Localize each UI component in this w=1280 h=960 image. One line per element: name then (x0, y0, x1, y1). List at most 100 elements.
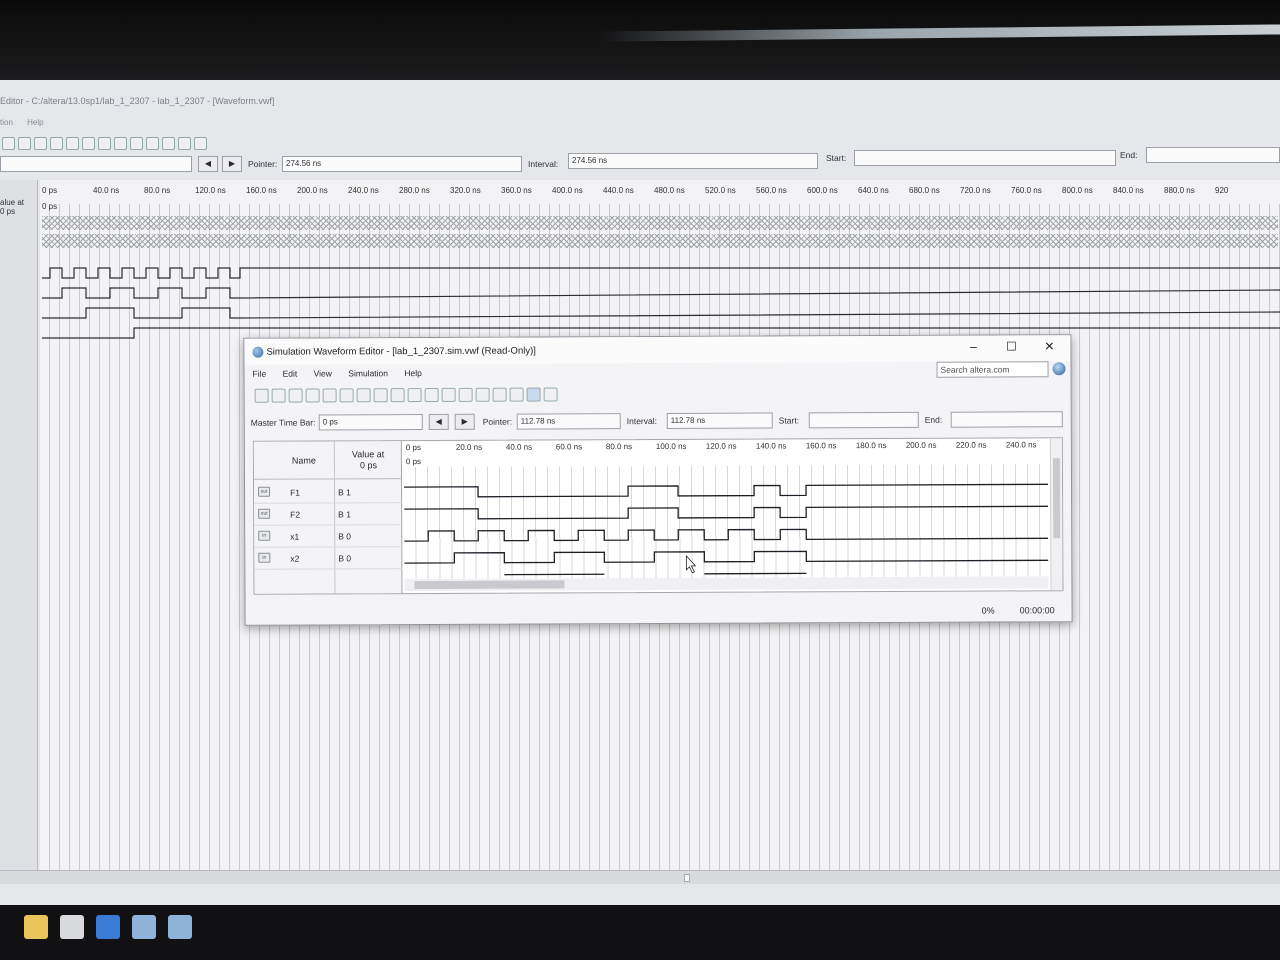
value-column: alue at 0 ps (0, 180, 38, 870)
scroll-thumb[interactable] (1052, 458, 1061, 539)
main-time-ruler: 0 ps 40.0 ns 80.0 ns 120.0 ns 160.0 ns 200.0 … (40, 180, 1280, 204)
waveform-tool-icon[interactable] (305, 388, 320, 403)
prev-transition-button[interactable]: ◀ (198, 156, 218, 172)
menu-item-simulation[interactable]: tion (0, 118, 13, 127)
waveform-editor-icon[interactable] (168, 915, 192, 939)
store-icon[interactable] (60, 915, 84, 939)
waveform-tool-icon[interactable] (492, 387, 507, 402)
menu-edit[interactable]: Edit (283, 369, 298, 379)
time-tick-label: 480.0 ns (654, 186, 685, 195)
main-horizontal-scrollbar[interactable] (0, 870, 1280, 884)
select-tool-icon[interactable] (254, 388, 269, 403)
end-field[interactable] (1146, 147, 1280, 163)
main-title: Editor - C:/altera/13.0sp1/lab_1_2307 - … (0, 96, 275, 106)
pointer-field[interactable]: 112.78 ns (516, 413, 621, 430)
waveform-tool-icon[interactable] (130, 136, 143, 150)
waveform-tool-icon[interactable] (98, 136, 111, 150)
snap-icon[interactable] (543, 387, 558, 402)
close-icon[interactable]: ✕ (1034, 339, 1064, 353)
waveform-tool-icon[interactable] (18, 136, 31, 150)
waveform-tool-icon[interactable] (441, 387, 456, 402)
signal-row[interactable]: in x1 B 0 (254, 525, 403, 548)
end-field[interactable] (950, 411, 1063, 428)
file-explorer-icon[interactable] (24, 915, 48, 939)
menu-view[interactable]: View (314, 368, 332, 378)
time-tick-label: 560.0 ns (756, 186, 787, 195)
signal-value: B 0 (338, 553, 352, 564)
waveform-tool-icon[interactable] (339, 388, 354, 403)
quartus-icon[interactable] (132, 915, 156, 939)
menu-help[interactable]: Help (404, 368, 422, 378)
value-column-sub: 0 ps (359, 460, 377, 471)
input-pin-icon: in (258, 530, 271, 541)
main-field-row: ◀ ▶ Pointer: 274.56 ns Interval: 274.56 … (0, 147, 1280, 174)
signal-waveforms[interactable]: 0 ps 20.0 ns 40.0 ns 60.0 ns 80.0 ns 100.0 ns… (403, 438, 1049, 593)
dialog-vertical-scrollbar[interactable] (1049, 438, 1063, 591)
waveform-tool-icon[interactable] (162, 136, 175, 150)
time-tick-label: 180.0 ns (855, 441, 887, 451)
next-transition-button[interactable]: ▶ (454, 413, 475, 430)
next-transition-button[interactable]: ▶ (222, 156, 242, 172)
dialog-title-bar[interactable]: Simulation Waveform Editor - [lab_1_2307… (244, 335, 1071, 365)
dialog-time-sub: 0 ps (405, 457, 422, 467)
waveform-tool-icon[interactable] (373, 388, 388, 403)
progress-percent: 0% (981, 605, 995, 616)
dialog-toolbar (254, 387, 558, 406)
waveform-tool-icon[interactable] (146, 136, 159, 150)
time-tick-label: 140.0 ns (755, 441, 787, 451)
waveform-tool-icon[interactable] (356, 388, 371, 403)
waveform-tool-icon[interactable] (509, 387, 524, 402)
minimize-icon[interactable]: – (958, 340, 988, 354)
signal-name: F2 (290, 509, 301, 520)
snap-icon[interactable] (194, 136, 207, 150)
value-column-header: Value at (351, 449, 385, 460)
globe-icon[interactable] (1052, 362, 1066, 376)
menu-item-help[interactable]: Help (27, 118, 43, 127)
time-tick-label: 320.0 ns (450, 186, 481, 195)
maximize-icon[interactable]: ☐ (996, 339, 1026, 353)
prev-transition-button[interactable]: ◀ (428, 413, 449, 430)
waveform-tool-icon[interactable] (475, 387, 490, 402)
grid-icon[interactable] (178, 136, 191, 150)
time-tick-label: 640.0 ns (858, 186, 889, 195)
search-input[interactable]: Search altera.com (936, 361, 1049, 378)
waveform-tool-icon[interactable] (288, 388, 303, 403)
menu-simulation[interactable]: Simulation (348, 368, 388, 378)
scroll-thumb[interactable] (414, 580, 565, 590)
waveform-tool-icon[interactable] (82, 136, 95, 150)
waveform-tool-icon[interactable] (390, 388, 405, 403)
signal-row[interactable]: out F1 B 1 (254, 481, 403, 504)
signal-row[interactable]: in x2 B 0 (254, 547, 403, 570)
waveform-tool-icon[interactable] (322, 388, 337, 403)
output-pin-icon: out (258, 486, 271, 497)
start-field[interactable] (808, 411, 919, 429)
waveform-tool-icon[interactable] (407, 388, 422, 403)
scroll-thumb[interactable] (684, 874, 690, 882)
time-tick-label: 600.0 ns (807, 186, 838, 195)
interval-field[interactable]: 274.56 ns (568, 153, 818, 169)
waveform-tool-icon[interactable] (50, 136, 63, 150)
waveform-tool-icon[interactable] (114, 136, 127, 150)
waveform-tool-icon[interactable] (424, 387, 439, 403)
main-wave-b (42, 307, 1280, 319)
waveform-tool-icon[interactable] (2, 136, 15, 150)
wave-x2 (404, 550, 1049, 564)
signal-row[interactable]: out F2 B 1 (254, 503, 403, 526)
dialog-status-bar: 0% 00:00:00 (246, 601, 1072, 623)
zoom-tool-icon[interactable] (271, 388, 286, 403)
waveform-tool-icon[interactable] (66, 136, 79, 150)
pointer-field[interactable]: 274.56 ns (282, 156, 522, 172)
interval-label: Interval: (528, 159, 559, 169)
time-tick-label: 400.0 ns (552, 186, 583, 195)
interval-field[interactable]: 112.78 ns (666, 412, 773, 429)
start-field[interactable] (854, 150, 1116, 166)
time-tick-label: 360.0 ns (501, 186, 532, 195)
master-time-field[interactable] (0, 156, 192, 172)
master-time-field[interactable]: 0 ps (318, 414, 423, 431)
mail-icon[interactable] (96, 915, 120, 939)
waveform-tool-icon[interactable] (458, 387, 473, 402)
grid-icon[interactable] (526, 387, 541, 402)
waveform-tool-icon[interactable] (34, 136, 47, 150)
time-tick-label: 0 ps (405, 443, 422, 453)
menu-file[interactable]: File (253, 369, 267, 379)
